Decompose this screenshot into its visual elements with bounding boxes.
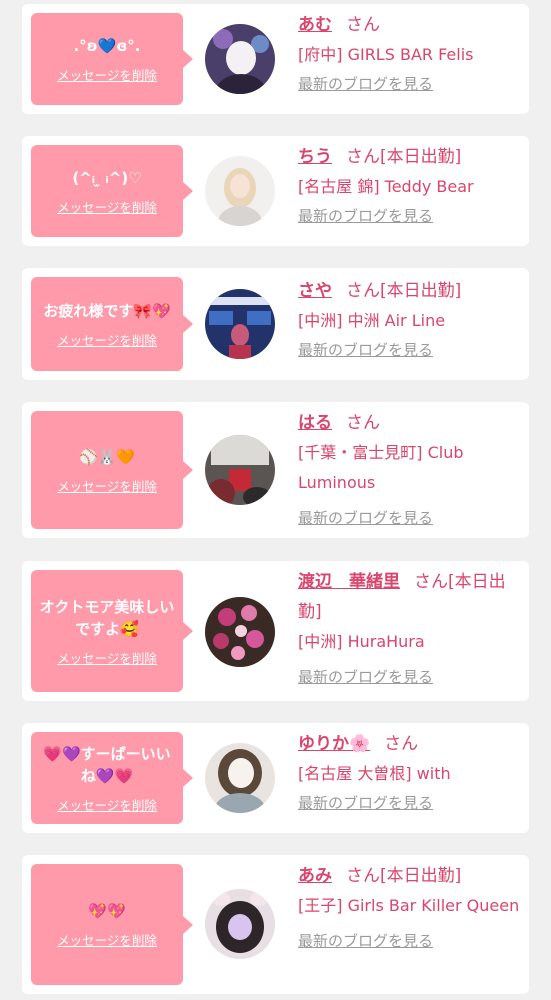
avatar[interactable] [205, 597, 275, 667]
avatar[interactable] [205, 24, 275, 94]
message-text: ⚾🐰🧡 [78, 447, 136, 466]
sender-info: ゆりか🌸 さん [名古屋 大曽根] with 最新のブログを見る [298, 729, 524, 815]
message-bubble: 💖💖 メッセージを削除 [31, 864, 193, 985]
message-card: お疲れ様です🎀💖 メッセージを削除 さや さん[本日出勤] [中洲] 中洲 Air… [22, 268, 529, 380]
avatar-photo [205, 435, 275, 505]
delete-message-link[interactable]: メッセージを削除 [57, 930, 157, 949]
sender-suffix: さん [346, 15, 380, 35]
shop-label: [千葉・富士見町] Club Luminous [298, 443, 464, 492]
message-card: 💗💜すーぱーいいね💜💗 メッセージを削除 ゆりか🌸 さん [名古屋 大曽根] wi… [22, 723, 529, 833]
message-text: お疲れ様です🎀💖 [43, 301, 171, 320]
message-bubble: ⚾🐰🧡 メッセージを削除 [31, 411, 193, 529]
avatar-photo [205, 889, 275, 959]
latest-blog-link[interactable]: 最新のブログを見る [298, 791, 524, 815]
message-bubble: .°ʚ💙ɞ°. メッセージを削除 [31, 13, 193, 105]
shop-label: [中洲] HuraHura [298, 632, 425, 651]
delete-message-link[interactable]: メッセージを削除 [57, 795, 157, 814]
latest-blog-link[interactable]: 最新のブログを見る [298, 665, 524, 689]
sender-info: あみ さん[本日出勤] [王子] Girls Bar Killer Queen 最… [298, 861, 524, 953]
message-card: (^ᵢ ̫ ᵢ^)♡ メッセージを削除 ちう さん[本日出勤] [名古屋 錦] T… [22, 136, 529, 246]
sender-info: 渡辺 華緒里 さん[本日出勤] [中洲] HuraHura 最新のブログを見る [298, 567, 524, 689]
shop-label: [府中] GIRLS BAR Felis [298, 45, 474, 64]
message-bubble: オクトモア美味しいですよ🥰 メッセージを削除 [31, 570, 193, 692]
sender-info: はる さん [千葉・富士見町] Club Luminous 最新のブログを見る [298, 408, 524, 530]
delete-message-link[interactable]: メッセージを削除 [57, 476, 157, 495]
delete-message-link[interactable]: メッセージを削除 [57, 65, 157, 84]
shop-label: [王子] Girls Bar Killer Queen [298, 896, 520, 915]
avatar[interactable] [205, 889, 275, 959]
sender-name-link[interactable]: はる [298, 413, 332, 433]
sender-suffix: さん [346, 413, 380, 433]
shop-label: [中洲] 中洲 Air Line [298, 311, 446, 330]
avatar[interactable] [205, 289, 275, 359]
message-text: 💗💜すーぱーいいね💜💗 [43, 744, 171, 785]
sender-suffix: さん[本日出勤] [346, 147, 462, 167]
message-text: 💖💖 [88, 902, 126, 920]
sender-info: さや さん[本日出勤] [中洲] 中洲 Air Line 最新のブログを見る [298, 276, 524, 362]
message-text: (^ᵢ ̫ ᵢ^)♡ [72, 168, 142, 187]
sender-name-link[interactable]: ゆりか🌸 [298, 734, 370, 754]
message-card: .°ʚ💙ɞ°. メッセージを削除 あむ さん [府中] GIRLS BAR Fel… [22, 4, 529, 114]
delete-message-link[interactable]: メッセージを削除 [57, 648, 157, 667]
sender-info: ちう さん[本日出勤] [名古屋 錦] Teddy Bear 最新のブログを見る [298, 142, 524, 228]
sender-suffix: さん[本日出勤] [346, 866, 462, 886]
sender-suffix: さん [384, 734, 419, 754]
delete-message-link[interactable]: メッセージを削除 [57, 330, 157, 349]
sender-name-link[interactable]: あみ [298, 866, 332, 886]
shop-label: [名古屋 錦] Teddy Bear [298, 177, 474, 196]
avatar-photo [205, 24, 275, 94]
sender-name-link[interactable]: 渡辺 華緒里 [298, 572, 400, 592]
delete-message-link[interactable]: メッセージを削除 [57, 197, 157, 216]
message-bubble: 💗💜すーぱーいいね💜💗 メッセージを削除 [31, 732, 193, 824]
latest-blog-link[interactable]: 最新のブログを見る [298, 72, 524, 96]
message-bubble: (^ᵢ ̫ ᵢ^)♡ メッセージを削除 [31, 145, 193, 237]
avatar[interactable] [205, 156, 275, 226]
latest-blog-link[interactable]: 最新のブログを見る [298, 338, 524, 362]
avatar-photo [205, 289, 275, 359]
latest-blog-link[interactable]: 最新のブログを見る [298, 506, 524, 530]
avatar-photo [205, 597, 275, 667]
message-card: ⚾🐰🧡 メッセージを削除 はる さん [千葉・富士見町] Club Luminou… [22, 402, 529, 538]
avatar[interactable] [205, 743, 275, 813]
latest-blog-link[interactable]: 最新のブログを見る [298, 204, 524, 228]
avatar-photo [205, 743, 275, 813]
avatar-photo [205, 156, 275, 226]
shop-label: [名古屋 大曽根] with [298, 764, 451, 783]
sender-name-link[interactable]: あむ [298, 15, 332, 35]
sender-name-link[interactable]: ちう [298, 147, 332, 167]
sender-name-link[interactable]: さや [298, 281, 332, 301]
message-text: オクトモア美味しいですよ🥰 [39, 597, 175, 638]
message-text: .°ʚ💙ɞ°. [73, 36, 141, 55]
message-list: .°ʚ💙ɞ°. メッセージを削除 あむ さん [府中] GIRLS BAR Fel… [0, 0, 551, 1000]
message-card: 💖💖 メッセージを削除 あみ さん[本日出勤] [王子] Girls Bar Ki… [22, 855, 529, 994]
avatar[interactable] [205, 435, 275, 505]
latest-blog-link[interactable]: 最新のブログを見る [298, 929, 524, 953]
message-card: オクトモア美味しいですよ🥰 メッセージを削除 渡辺 華緒里 さん[本日出勤] [中… [22, 561, 529, 701]
sender-info: あむ さん [府中] GIRLS BAR Felis 最新のブログを見る [298, 10, 524, 96]
sender-suffix: さん[本日出勤] [346, 281, 462, 301]
message-bubble: お疲れ様です🎀💖 メッセージを削除 [31, 277, 193, 371]
